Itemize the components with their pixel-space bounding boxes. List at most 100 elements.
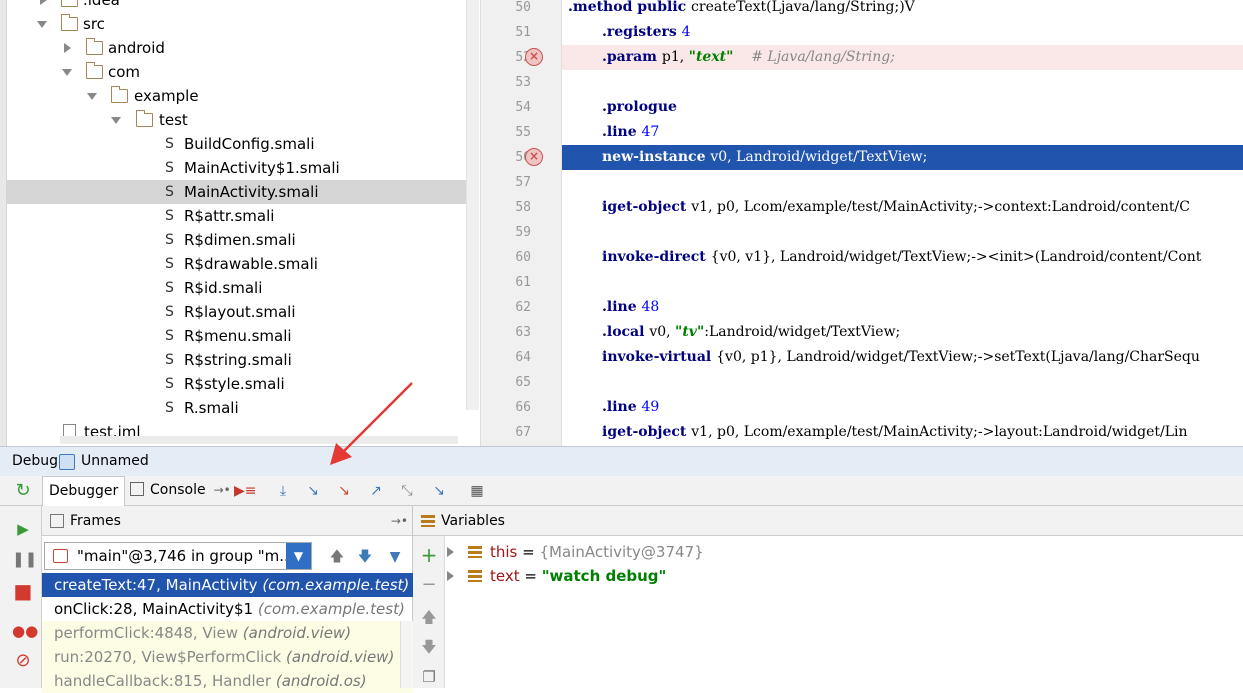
force-step-into-icon[interactable]: ↘	[333, 481, 355, 501]
tree-file[interactable]: S MainActivity$1.smali	[7, 156, 479, 180]
field-icon	[468, 546, 482, 558]
tab-debugger[interactable]: Debugger	[42, 476, 126, 506]
view-breakpoints-icon[interactable]: ●●	[12, 620, 38, 642]
breakpoint-icon[interactable]: ×	[525, 148, 543, 166]
code-token: 47	[641, 124, 660, 140]
frame-item[interactable]: run:20270, View$PerformClick (android.vi…	[42, 645, 413, 669]
collapse-arrow-icon[interactable]	[111, 117, 121, 124]
code-line[interactable]	[562, 70, 1243, 95]
frame-item[interactable]: performClick:4848, View (android.view)	[42, 621, 413, 645]
code-line[interactable]: invoke-virtual {v0, p1}, Landroid/widget…	[562, 345, 1243, 370]
editor-gutter[interactable]: 50 51 52 × 53 54 55 56 × 57 58 59 60 61 62 63 64 65 66 67	[481, 0, 562, 446]
filter-icon[interactable]: ▼	[384, 547, 406, 567]
code-line[interactable]: .line 48	[562, 295, 1243, 320]
code-line[interactable]: .line 47	[562, 120, 1243, 145]
tree-folder-src[interactable]: src	[7, 12, 479, 36]
add-watch-icon[interactable]: +	[418, 544, 440, 566]
step-into-icon[interactable]: ↘	[302, 481, 324, 501]
code-token: p1,	[661, 49, 689, 65]
smali-file-icon: S	[165, 328, 174, 344]
expand-arrow-icon[interactable]	[447, 547, 454, 557]
arrow-up-icon[interactable]: 🡅	[326, 547, 348, 567]
collapse-arrow-icon[interactable]	[62, 69, 72, 76]
expand-arrow-icon[interactable]	[447, 571, 454, 581]
frames-scrollbar[interactable]	[400, 621, 412, 688]
arrow-down-icon[interactable]: 🡇	[354, 547, 376, 567]
pin-icon[interactable]: →•	[391, 506, 408, 536]
tree-file[interactable]: S R$attr.smali	[7, 204, 479, 228]
move-up-icon[interactable]: 🡅	[418, 606, 440, 628]
tree-folder-test[interactable]: test	[7, 108, 479, 132]
tree-folder-com[interactable]: com	[7, 60, 479, 84]
evaluate-expression-icon[interactable]: ▦	[466, 481, 488, 501]
tab-console[interactable]: Console →•	[124, 476, 237, 506]
code-editor[interactable]: 50 51 52 × 53 54 55 56 × 57 58 59 60 61 62 63 64 65 66 67 .…	[480, 0, 1243, 446]
code-token: {v0, v1}, Landroid/widget/TextView;-><in…	[710, 249, 1202, 265]
line-number: 66	[515, 400, 531, 415]
drop-frame-icon[interactable]: ⤡	[396, 481, 418, 501]
tree-file[interactable]: S R$string.smali	[7, 348, 479, 372]
variable-row[interactable]: this = {MainActivity@3747}	[447, 540, 704, 564]
current-execution-line[interactable]: new-instance v0, Landroid/widget/TextVie…	[562, 145, 1243, 170]
code-token: "text"	[688, 49, 734, 65]
code-line[interactable]: .prologue	[562, 95, 1243, 120]
frame-item[interactable]: handleCallback:815, Handler (android.os)	[42, 669, 413, 693]
code-line[interactable]: .registers 4	[562, 20, 1243, 45]
tree-file-selected[interactable]: S MainActivity.smali	[7, 180, 479, 204]
tree-file[interactable]: S R$id.smali	[7, 276, 479, 300]
code-line[interactable]: .local v0, "tv":Landroid/widget/TextView…	[562, 320, 1243, 345]
code-line[interactable]	[562, 220, 1243, 245]
tree-item-label: MainActivity.smali	[184, 183, 319, 201]
rerun-icon[interactable]: ↻	[12, 481, 34, 501]
code-line[interactable]: invoke-direct {v0, v1}, Landroid/widget/…	[562, 245, 1243, 270]
smali-file-icon: S	[165, 280, 174, 296]
code-line[interactable]: .line 49	[562, 395, 1243, 420]
frame-method: onClick:28, MainActivity$1	[54, 600, 254, 618]
run-to-cursor-icon[interactable]: ↘	[428, 481, 450, 501]
remove-watch-icon[interactable]: −	[418, 574, 440, 596]
code-token: .line	[602, 399, 642, 415]
tree-folder-android[interactable]: android	[7, 36, 479, 60]
code-line[interactable]	[562, 270, 1243, 295]
step-over-icon[interactable]: ⤓	[272, 481, 294, 501]
tree-file[interactable]: S BuildConfig.smali	[7, 132, 479, 156]
frames-header: Frames →•	[42, 506, 412, 536]
code-line[interactable]: iget-object v1, p0, Lcom/example/test/Ma…	[562, 195, 1243, 220]
step-out-icon[interactable]: ↗	[365, 481, 387, 501]
frame-item[interactable]: onClick:28, MainActivity$1 (com.example.…	[42, 597, 413, 621]
pause-icon[interactable]: ❚❚	[12, 548, 37, 570]
collapse-arrow-icon[interactable]	[37, 21, 47, 28]
thread-selector[interactable]: "main"@3,746 in group "m...	[44, 542, 312, 570]
tree-folder-example[interactable]: example	[7, 84, 479, 108]
code-line[interactable]: .param p1, "text" # Ljava/lang/String;	[562, 45, 1243, 70]
line-number: 55	[515, 125, 531, 140]
mute-breakpoints-icon[interactable]: ⊘	[12, 650, 34, 672]
chevron-down-icon[interactable]: ▼	[286, 543, 311, 569]
tree-file[interactable]: S R$layout.smali	[7, 300, 479, 324]
code-token: v0, Landroid/widget/TextView;	[710, 149, 928, 165]
frame-item[interactable]: createText:47, MainActivity (com.example…	[42, 573, 413, 597]
tree-item-label: R.smali	[184, 399, 239, 417]
code-line[interactable]	[562, 370, 1243, 395]
tree-scrollbar[interactable]	[466, 0, 479, 410]
tree-file[interactable]: S R$menu.smali	[7, 324, 479, 348]
tree-folder-idea[interactable]: .idea	[7, 0, 479, 12]
tree-file[interactable]: S R$drawable.smali	[7, 252, 479, 276]
expand-arrow-icon[interactable]	[64, 43, 71, 53]
code-token: .param	[602, 49, 662, 65]
code-line[interactable]	[562, 170, 1243, 195]
debug-window-title: Debug	[12, 453, 59, 469]
debug-config-name[interactable]: Unnamed	[81, 453, 149, 469]
code-line[interactable]: iget-object v1, p0, Lcom/example/test/Ma…	[562, 420, 1243, 445]
tree-file[interactable]: S R$dimen.smali	[7, 228, 479, 252]
code-line[interactable]: .method public createText(Ljava/lang/Str…	[562, 0, 1243, 20]
stop-icon[interactable]: ■	[12, 580, 34, 602]
expand-arrow-icon[interactable]	[40, 0, 47, 5]
breakpoint-icon[interactable]: ×	[525, 48, 543, 66]
collapse-arrow-icon[interactable]	[87, 93, 97, 100]
variable-row[interactable]: text = "watch debug"	[447, 564, 666, 588]
show-execution-point-icon[interactable]: ▶≡	[234, 481, 257, 501]
resume-icon[interactable]: ▶	[12, 518, 34, 540]
copy-icon[interactable]: ❐	[418, 666, 440, 688]
move-down-icon[interactable]: 🡇	[418, 636, 440, 658]
